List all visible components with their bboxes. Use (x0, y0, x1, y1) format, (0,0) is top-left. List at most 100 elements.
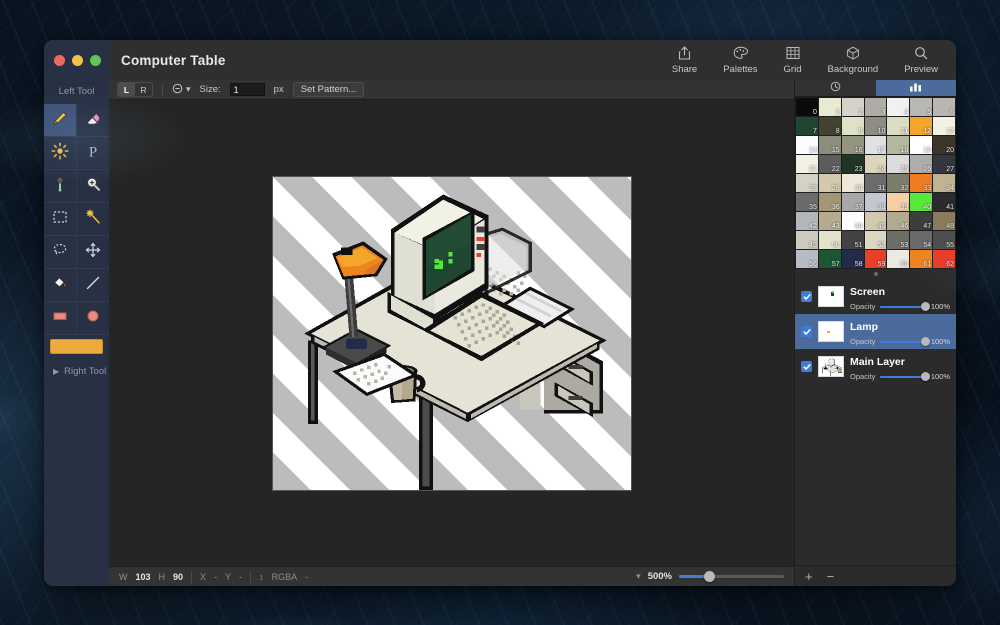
active-color-swatch[interactable] (50, 339, 103, 354)
palette-swatch-21[interactable]: 21 (796, 155, 818, 173)
palette-swatch-49[interactable]: 49 (796, 231, 818, 249)
palette-swatch-39[interactable]: 39 (887, 193, 910, 211)
palette-swatch-13[interactable]: 13 (933, 117, 955, 135)
layer-visibility-checkbox[interactable] (801, 361, 812, 372)
layer-row-lamp[interactable]: Lamp Opacity 100% (795, 314, 956, 349)
palette-swatch-47[interactable]: 47 (910, 212, 933, 230)
preview-button[interactable]: Preview (904, 46, 938, 75)
opacity-slider[interactable] (880, 336, 930, 346)
background-button[interactable]: Background (828, 46, 878, 75)
palette-swatch-0[interactable]: 0 (796, 98, 818, 116)
palette-swatch-52[interactable]: 52 (864, 231, 887, 249)
color-mode-label[interactable]: RGBA (272, 572, 298, 582)
set-pattern-button[interactable]: Set Pattern... (292, 82, 365, 97)
layer-opacity-control[interactable]: Opacity 100% (850, 336, 950, 346)
palette-swatch-37[interactable]: 37 (841, 193, 864, 211)
palette-swatch-35[interactable]: 35 (796, 193, 818, 211)
palette-swatch-16[interactable]: 16 (841, 136, 864, 154)
palette-swatch-48[interactable]: 48 (933, 212, 955, 230)
palette-swatch-54[interactable]: 54 (910, 231, 933, 249)
palettes-button[interactable]: Palettes (723, 46, 758, 75)
layer-thumbnail[interactable] (818, 321, 844, 342)
palette-swatch-29[interactable]: 29 (818, 174, 841, 192)
palette-swatch-17[interactable]: 17 (864, 136, 887, 154)
rectangle-tool[interactable] (44, 302, 77, 335)
opacity-slider-knob[interactable] (920, 301, 930, 311)
palette-swatch-59[interactable]: 59 (864, 250, 887, 268)
palette-swatch-33[interactable]: 33 (910, 174, 933, 192)
palette-swatch-1[interactable]: 1 (818, 98, 841, 116)
layer-visibility-checkbox[interactable] (801, 291, 812, 302)
palette-swatch-51[interactable]: 51 (841, 231, 864, 249)
layer-visibility-checkbox[interactable] (801, 326, 812, 337)
zoom-control[interactable]: ▾ 500% (636, 570, 784, 582)
layer-opacity-control[interactable]: Opacity 100% (850, 371, 950, 381)
palette-swatch-38[interactable]: 38 (864, 193, 887, 211)
palette-swatch-44[interactable]: 44 (841, 212, 864, 230)
palette-swatch-20[interactable]: 20 (933, 136, 955, 154)
dither-tool[interactable] (44, 137, 77, 170)
share-button[interactable]: Share (672, 46, 697, 75)
palette-swatch-62[interactable]: 62 (933, 250, 955, 268)
palette-swatch-6[interactable]: 6 (933, 98, 955, 116)
palette-swatch-7[interactable]: 7 (796, 117, 818, 135)
palette-swatch-19[interactable]: 19 (910, 136, 933, 154)
palette-swatch-24[interactable]: 24 (864, 155, 887, 173)
palette-swatch-57[interactable]: 57 (818, 250, 841, 268)
palette-swatch-55[interactable]: 55 (933, 231, 955, 249)
rect-select-tool[interactable] (44, 203, 77, 236)
palette-swatch-60[interactable]: 60 (887, 250, 910, 268)
palette-swatch-50[interactable]: 50 (818, 231, 841, 249)
opacity-slider-knob[interactable] (920, 336, 930, 346)
magic-wand-tool[interactable] (76, 203, 109, 236)
palette-swatch-27[interactable]: 27 (933, 155, 955, 173)
move-tool[interactable] (76, 236, 109, 269)
grid-button[interactable]: Grid (784, 46, 802, 75)
zoom-tool[interactable] (76, 170, 109, 203)
line-tool[interactable] (76, 269, 109, 302)
pixel-art-canvas[interactable] (272, 176, 631, 490)
palette-swatch-40[interactable]: 40 (910, 193, 933, 211)
panel-resize-handle[interactable] (795, 269, 956, 279)
palette-swatch-3[interactable]: 3 (864, 98, 887, 116)
palette-swatch-5[interactable]: 5 (910, 98, 933, 116)
paint-bucket-tool[interactable] (44, 269, 77, 302)
color-palette-grid[interactable]: 0 1 2 3 4 5 6 7 8 9 10 11 12 13 14 15 16 17 18 19 20 21 22 23 24… (795, 97, 956, 269)
zoom-slider-knob[interactable] (704, 570, 716, 582)
palette-swatch-28[interactable]: 28 (796, 174, 818, 192)
left-click-button[interactable]: L (118, 83, 135, 96)
palette-swatch-58[interactable]: 58 (841, 250, 864, 268)
palette-swatch-42[interactable]: 42 (796, 212, 818, 230)
zoom-chevron-down-icon[interactable]: ▾ (636, 571, 641, 582)
palette-swatch-45[interactable]: 45 (864, 212, 887, 230)
palette-swatch-31[interactable]: 31 (864, 174, 887, 192)
right-click-button[interactable]: R (135, 83, 152, 96)
lr-toggle[interactable]: L R (117, 82, 153, 97)
lasso-select-tool[interactable] (44, 236, 77, 269)
layer-thumbnail[interactable] (818, 286, 844, 307)
palette-swatch-34[interactable]: 34 (933, 174, 955, 192)
maximize-button[interactable] (90, 54, 101, 66)
ellipse-tool[interactable] (76, 302, 109, 335)
history-tab[interactable] (795, 80, 876, 97)
layer-row-main-layer[interactable]: Main Layer Opacity 100% (795, 349, 956, 384)
right-tool-section[interactable]: ▶ Right Tool (44, 357, 109, 377)
palette-swatch-46[interactable]: 46 (887, 212, 910, 230)
palette-swatch-15[interactable]: 15 (818, 136, 841, 154)
opacity-slider[interactable] (880, 371, 930, 381)
eyedropper-tool[interactable] (44, 170, 77, 203)
palette-swatch-10[interactable]: 10 (864, 117, 887, 135)
palette-tab[interactable] (875, 80, 956, 97)
palette-swatch-56[interactable]: 56 (796, 250, 818, 268)
pencil-tool[interactable] (44, 104, 77, 137)
palette-swatch-25[interactable]: 25 (887, 155, 910, 173)
palette-swatch-4[interactable]: 4 (887, 98, 910, 116)
palette-swatch-26[interactable]: 26 (910, 155, 933, 173)
palette-swatch-53[interactable]: 53 (887, 231, 910, 249)
palette-swatch-14[interactable]: 14 (796, 136, 818, 154)
brush-shape-dropdown[interactable]: ▾ (172, 83, 191, 96)
close-button[interactable] (54, 54, 65, 66)
palette-swatch-23[interactable]: 23 (841, 155, 864, 173)
layer-opacity-control[interactable]: Opacity 100% (850, 301, 950, 311)
palette-swatch-30[interactable]: 30 (841, 174, 864, 192)
